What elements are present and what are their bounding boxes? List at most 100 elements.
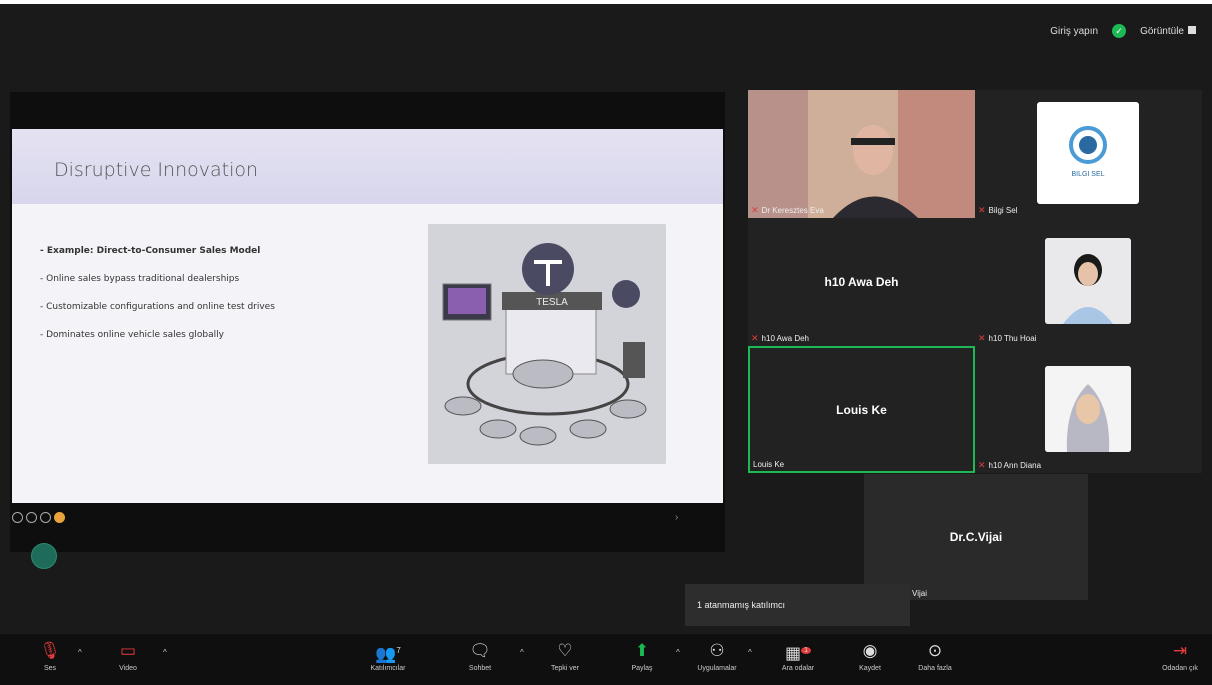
chat-label: Sohbet bbox=[468, 665, 492, 672]
security-shield-icon[interactable]: ✓ bbox=[1112, 24, 1127, 38]
chat-icon: 🗨 bbox=[469, 641, 491, 660]
floating-action-button[interactable] bbox=[31, 543, 57, 569]
participant-label: Vijai bbox=[912, 589, 927, 598]
participant-center-name: Dr.C.Vijai bbox=[949, 530, 1003, 544]
participant-label: ✕ Bilgi Sel bbox=[978, 205, 1017, 216]
participant-name: h10 Ann Diana bbox=[988, 461, 1042, 470]
participants-count: 7 bbox=[396, 646, 401, 655]
participant-tile[interactable]: h10 Awa Deh ✕ h10 Awa Deh bbox=[748, 218, 975, 346]
breakout-rooms-button[interactable]: ▦ 1 Ara odalar bbox=[768, 640, 828, 672]
participant-video bbox=[748, 90, 975, 218]
more-icon: ⊙ bbox=[927, 641, 943, 660]
share-options-chevron-icon[interactable]: ^ bbox=[676, 648, 680, 657]
search-icon[interactable] bbox=[54, 512, 65, 523]
participants-button[interactable]: 👥7 Katılımcılar bbox=[358, 640, 418, 672]
participant-label: Louis Ke bbox=[753, 460, 784, 469]
mic-off-icon: ✕ bbox=[978, 460, 986, 470]
apps-button[interactable]: ⚇ Uygulamalar bbox=[687, 640, 747, 672]
bullet-item: - Example: Direct-to-Consumer Sales Mode… bbox=[40, 246, 261, 256]
bullet-item: - Online sales bypass traditional dealer… bbox=[40, 274, 240, 284]
bullet-item: - Customizable configurations and online… bbox=[40, 302, 275, 312]
view-label: Görüntüle bbox=[1140, 25, 1184, 37]
more-button[interactable]: ⊙ Daha fazla bbox=[905, 640, 965, 672]
share-label: Paylaş bbox=[631, 665, 653, 672]
mic-off-icon: ✕ bbox=[751, 333, 759, 343]
share-screen-icon: ⬆ bbox=[634, 641, 650, 660]
record-icon: ◉ bbox=[862, 641, 878, 660]
react-label: Tepki ver bbox=[550, 665, 579, 672]
participants-label: Katılımcılar bbox=[370, 665, 406, 672]
participant-video bbox=[1045, 366, 1131, 452]
video-options-chevron-icon[interactable]: ^ bbox=[163, 648, 167, 657]
breakout-badge: 1 bbox=[801, 647, 811, 654]
participant-video bbox=[1045, 238, 1131, 324]
apps-icon: ⚇ bbox=[709, 641, 725, 660]
shared-screen: Disruptive Innovation - Example: Direct-… bbox=[10, 92, 725, 552]
tesla-sign-text: TESLA bbox=[536, 297, 568, 308]
apps-options-chevron-icon[interactable]: ^ bbox=[748, 648, 752, 657]
participant-tile[interactable]: ✕ h10 Ann Diana bbox=[975, 346, 1202, 473]
video-gallery: ✕ Dr Keresztes Eva BILGI SEL ✕ Bilgi Sel h… bbox=[748, 90, 1202, 473]
pen-icon[interactable] bbox=[26, 512, 37, 523]
breakout-rooms-icon: ▦ 1 bbox=[785, 640, 811, 663]
audio-options-chevron-icon[interactable]: ^ bbox=[78, 648, 82, 657]
participant-name: h10 Awa Deh bbox=[761, 334, 809, 343]
bullet-item: - Dominates online vehicle sales globall… bbox=[40, 330, 224, 340]
breakout-label: Ara odalar bbox=[781, 665, 815, 672]
chat-button[interactable]: 🗨 Sohbet bbox=[450, 640, 510, 672]
zoom-in-icon[interactable] bbox=[12, 512, 23, 523]
tesla-illustration: TESLA bbox=[428, 224, 666, 464]
participant-label: ✕ h10 Thu Hoai bbox=[978, 333, 1036, 344]
react-button[interactable]: ♡ Tepki ver bbox=[535, 640, 595, 672]
heart-icon: ♡ bbox=[557, 641, 573, 660]
share-button[interactable]: ⬆ Paylaş bbox=[612, 640, 672, 672]
record-button[interactable]: ◉ Kaydet bbox=[840, 640, 900, 672]
participant-logo: BILGI SEL bbox=[1037, 102, 1139, 204]
participant-tile[interactable]: BILGI SEL ✕ Bilgi Sel bbox=[975, 90, 1202, 218]
audio-button[interactable]: 🎙 Ses bbox=[20, 640, 80, 672]
leave-room-button[interactable]: ⇥ Odadan çık bbox=[1150, 640, 1210, 672]
meeting-toolbar: 🎙 Ses ^ ▭ Video ^ 👥7 Katılımcılar 🗨 Sohb… bbox=[0, 634, 1212, 685]
mic-off-icon: ✕ bbox=[978, 333, 986, 343]
participant-name: Vijai bbox=[912, 589, 927, 598]
chat-options-chevron-icon[interactable]: ^ bbox=[520, 648, 524, 657]
unassigned-participant-tooltip[interactable]: 1 atanmamış katılımcı bbox=[685, 584, 910, 626]
leave-room-icon: ⇥ bbox=[1172, 641, 1188, 660]
mic-off-icon: ✕ bbox=[751, 205, 759, 215]
video-off-icon: ▭ bbox=[119, 641, 137, 660]
top-right-controls: Giriş yapın ✓ Görüntüle bbox=[1050, 24, 1196, 38]
mic-off-icon: ✕ bbox=[978, 205, 986, 215]
slide-bullets: - Example: Direct-to-Consumer Sales Mode… bbox=[40, 237, 275, 349]
apps-label: Uygulamalar bbox=[697, 665, 737, 672]
video-button[interactable]: ▭ Video bbox=[98, 640, 158, 672]
mic-muted-icon: 🎙 bbox=[39, 641, 61, 660]
view-button[interactable]: Görüntüle bbox=[1140, 25, 1196, 37]
share-annotation-controls bbox=[12, 512, 65, 523]
chevron-right-icon[interactable]: › bbox=[675, 512, 678, 523]
presentation-slide: Disruptive Innovation - Example: Direct-… bbox=[12, 129, 723, 503]
participants-icon: 👥7 bbox=[375, 644, 401, 664]
participant-name: Louis Ke bbox=[753, 460, 785, 469]
participant-label: ✕ h10 Awa Deh bbox=[751, 333, 809, 344]
top-border bbox=[0, 0, 1212, 4]
participant-tile-active-speaker[interactable]: Louis Ke Louis Ke bbox=[748, 346, 975, 473]
audio-label: Ses bbox=[43, 665, 57, 672]
record-label: Kaydet bbox=[859, 665, 881, 672]
participant-center-name: Louis Ke bbox=[836, 403, 887, 417]
participant-name: Dr Keresztes Eva bbox=[761, 206, 824, 215]
leave-label: Odadan çık bbox=[1162, 665, 1198, 672]
participant-name: h10 Thu Hoai bbox=[988, 334, 1037, 343]
zoom-out-icon[interactable] bbox=[40, 512, 51, 523]
participant-tile[interactable]: ✕ Dr Keresztes Eva bbox=[748, 90, 975, 218]
participant-name: Bilgi Sel bbox=[988, 206, 1018, 215]
participant-tile[interactable]: Dr.C.Vijai Vijai bbox=[864, 474, 1088, 600]
participant-tile[interactable]: ✕ h10 Thu Hoai bbox=[975, 218, 1202, 346]
slide-title: Disruptive Innovation bbox=[54, 159, 259, 181]
more-label: Daha fazla bbox=[918, 665, 952, 672]
participant-center-name: h10 Awa Deh bbox=[824, 275, 899, 289]
logo-text: BILGI SEL bbox=[1071, 171, 1104, 178]
participant-label: ✕ h10 Ann Diana bbox=[978, 460, 1041, 471]
signin-link[interactable]: Giriş yapın bbox=[1050, 26, 1098, 37]
grid-icon bbox=[1188, 25, 1196, 34]
participant-label: ✕ Dr Keresztes Eva bbox=[751, 205, 824, 216]
